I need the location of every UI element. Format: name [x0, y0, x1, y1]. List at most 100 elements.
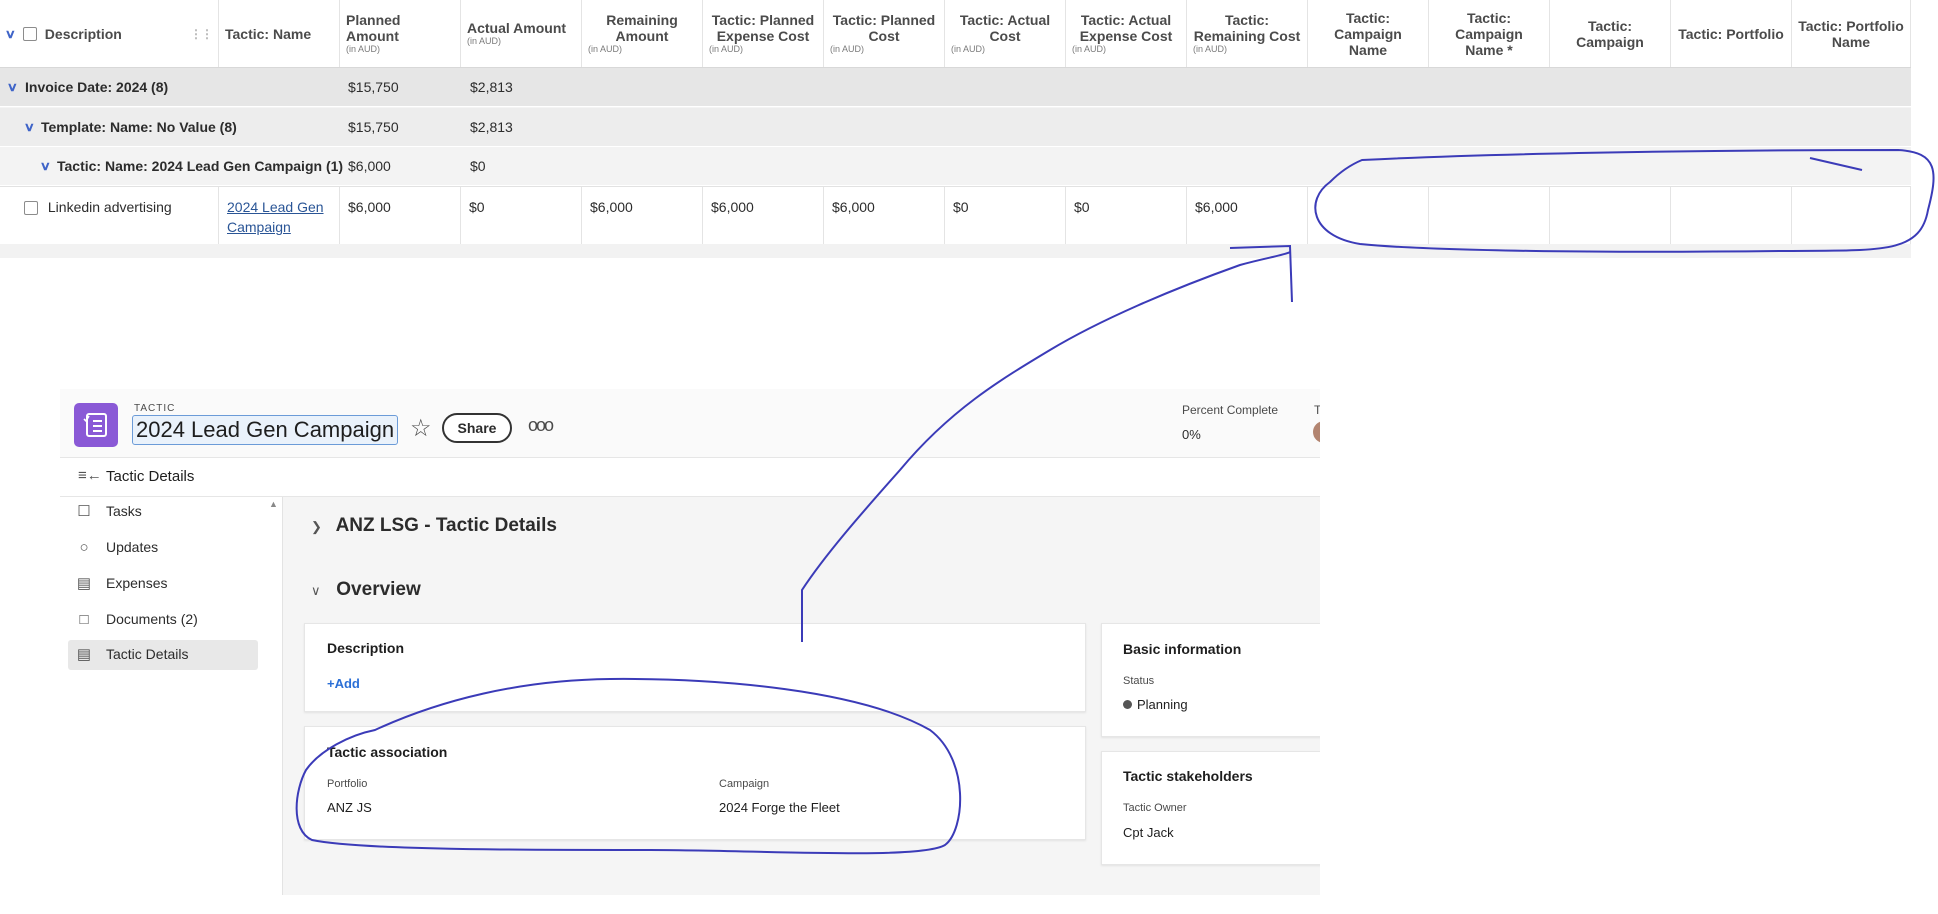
col-header-campaign[interactable]: Tactic: Campaign: [1550, 0, 1671, 67]
cell-planned-amount: $6,000: [340, 187, 461, 244]
tactic-association-card: Tactic association Portfolio ANZ JS Camp…: [304, 726, 1086, 840]
col-header-label: Planned Amount: [346, 12, 401, 44]
group-actual-amount: $2,813: [470, 79, 513, 95]
col-header-portfolio[interactable]: Tactic: Portfolio: [1671, 0, 1792, 67]
col-header-actual-expense-cost[interactable]: Tactic: Actual Expense Cost (in AUD): [1066, 0, 1187, 67]
sidebar-item-label: Expenses: [106, 575, 168, 591]
col-header-label: Description: [44, 25, 122, 42]
cell-campaign-name-custom: [1429, 187, 1550, 244]
col-header-actual-amount[interactable]: Actual Amount (in AUD): [461, 0, 582, 67]
col-header-unit: (in AUD): [1072, 44, 1107, 54]
group-label: Template: Name: No Value (8): [41, 119, 237, 135]
chevron-down-icon[interactable]: ∨: [311, 583, 331, 599]
chevron-down-icon[interactable]: ∨: [40, 147, 51, 186]
scroll-up-icon[interactable]: ▲: [269, 499, 278, 509]
campaign-label: Campaign: [719, 778, 770, 790]
col-header-planned-amount[interactable]: Planned Amount (in AUD): [340, 0, 461, 67]
sidebar-item-tasks[interactable]: ☐ Tasks: [68, 497, 258, 527]
tactic-title-input[interactable]: 2024 Lead Gen Campaign: [132, 415, 399, 445]
share-button[interactable]: Share: [442, 413, 512, 443]
cell-planned-expense-cost: $6,000: [703, 187, 824, 244]
group-label: Tactic: Name: 2024 Lead Gen Campaign (1): [57, 158, 344, 174]
section-overview[interactable]: ∨ Overview: [311, 579, 421, 601]
cell-tactic-name: 2024 Lead Gen Campaign: [219, 187, 340, 244]
cell-text: $0: [953, 199, 969, 215]
chevron-right-icon[interactable]: ❯: [311, 519, 331, 535]
tactic-stakeholders-card: Tactic stakeholders Tactic Owner Cpt Jac…: [1101, 751, 1320, 865]
add-description-button[interactable]: +Add: [327, 676, 360, 691]
campaign-value[interactable]: 2024 Forge the Fleet: [719, 800, 840, 815]
col-header-portfolio-name[interactable]: Tactic: Portfolio Name: [1792, 0, 1911, 67]
cell-text: $6,000: [832, 199, 875, 215]
tactic-name-link[interactable]: 2024 Lead Gen Campaign: [227, 199, 324, 235]
cell-remaining-amount: $6,000: [582, 187, 703, 244]
card-title: Basic information: [1123, 641, 1242, 657]
cell-campaign-name: [1308, 187, 1429, 244]
percent-complete-value: 0%: [1182, 427, 1201, 442]
portfolio-value[interactable]: ANZ JS: [327, 800, 372, 815]
group-row-template-name[interactable]: ∨ Template: Name: No Value (8) $15,750 $…: [0, 108, 1911, 147]
col-header-campaign-name[interactable]: Tactic: Campaign Name: [1308, 0, 1429, 67]
cell-text: $6,000: [1195, 199, 1238, 215]
cell-text: $6,000: [348, 199, 391, 215]
sidebar-item-expenses[interactable]: ▤ Expenses: [68, 569, 258, 599]
row-checkbox[interactable]: [24, 201, 38, 216]
col-header-tactic-name[interactable]: Tactic: Name: [219, 0, 340, 67]
col-header-label: Tactic: Portfolio Name: [1798, 17, 1904, 50]
star-icon[interactable]: ☆: [410, 414, 432, 443]
percent-complete-label: Percent Complete: [1182, 403, 1279, 417]
cell-portfolio: [1671, 187, 1792, 244]
status-value[interactable]: Planning: [1123, 697, 1188, 712]
group-actual-amount: $0: [470, 158, 486, 174]
status-label: Status: [1123, 675, 1155, 687]
col-header-label: Tactic: Remaining Cost: [1193, 12, 1301, 44]
avatar[interactable]: [1313, 421, 1320, 443]
col-header-actual-cost[interactable]: Tactic: Actual Cost (in AUD): [945, 0, 1066, 67]
more-options-icon[interactable]: ooo: [528, 415, 554, 436]
col-header-campaign-name-custom[interactable]: Tactic: Campaign Name *: [1429, 0, 1550, 67]
cell-remaining-cost: $6,000: [1187, 187, 1308, 244]
col-header-remaining-amount[interactable]: Remaining Amount (in AUD): [582, 0, 703, 67]
updates-icon: ○: [79, 539, 89, 556]
chevron-down-icon[interactable]: ∨: [7, 68, 18, 107]
tactic-owner-value[interactable]: Cpt Jack: [1123, 825, 1174, 840]
sidebar-item-label: Updates: [106, 539, 159, 555]
group-label: Invoice Date: 2024 (8): [25, 79, 169, 95]
col-header-planned-cost[interactable]: Tactic: Planned Cost (in AUD): [824, 0, 945, 67]
chevron-down-icon[interactable]: ∨: [24, 108, 35, 147]
col-header-unit: (in AUD): [830, 44, 865, 54]
sidebar-item-updates[interactable]: ○ Updates: [68, 533, 258, 563]
basic-information-card: Basic information Status Planning: [1101, 623, 1320, 737]
group-planned-amount: $15,750: [348, 79, 399, 95]
description-card: Description +Add: [304, 623, 1086, 712]
group-planned-amount: $6,000: [348, 158, 391, 174]
cell-actual-expense-cost: $0: [1066, 187, 1187, 244]
documents-icon: □: [79, 611, 89, 628]
sidebar-item-tactic-details[interactable]: ▤ Tactic Details: [68, 640, 258, 670]
table-row[interactable]: Linkedin advertising 2024 Lead Gen Campa…: [0, 186, 1911, 245]
section-custom-form[interactable]: ❯ ANZ LSG - Tactic Details: [311, 515, 557, 537]
section-title: ANZ LSG - Tactic Details: [335, 515, 557, 536]
cell-text: Linkedin advertising: [47, 199, 172, 215]
col-header-description[interactable]: ∨ Description ⋮⋮: [0, 0, 219, 67]
col-header-unit: (in AUD): [1193, 44, 1228, 54]
expenses-icon: ▤: [76, 575, 92, 592]
col-header-label: Actual Amount: [467, 20, 567, 36]
col-header-planned-expense-cost[interactable]: Tactic: Planned Expense Cost (in AUD): [703, 0, 824, 67]
cell-text: $0: [469, 199, 485, 215]
drag-handle-icon[interactable]: ⋮⋮: [190, 26, 213, 42]
main-content: ❯ ANZ LSG - Tactic Details ∨ Overview De…: [283, 497, 1320, 895]
sidebar-item-documents[interactable]: □ Documents (2): [68, 605, 258, 635]
status-text: Planning: [1137, 697, 1188, 712]
select-all-checkbox[interactable]: [22, 26, 37, 41]
col-header-remaining-cost[interactable]: Tactic: Remaining Cost (in AUD): [1187, 0, 1308, 67]
horizontal-scrollbar[interactable]: [0, 244, 1911, 258]
portfolio-label: Portfolio: [327, 778, 368, 790]
collapse-nav-icon[interactable]: ≡←: [78, 467, 102, 484]
col-header-label: Tactic: Planned Expense Cost: [711, 12, 815, 44]
chevron-down-icon[interactable]: ∨: [5, 26, 16, 42]
group-row-tactic-name[interactable]: ∨ Tactic: Name: 2024 Lead Gen Campaign (…: [0, 147, 1911, 186]
col-header-label: Tactic: Portfolio: [1678, 25, 1784, 42]
group-row-invoice-date[interactable]: ∨ Invoice Date: 2024 (8) $15,750 $2,813: [0, 68, 1911, 107]
report-grid: ∨ Description ⋮⋮ Tactic: Name Planned Am…: [0, 0, 1911, 258]
